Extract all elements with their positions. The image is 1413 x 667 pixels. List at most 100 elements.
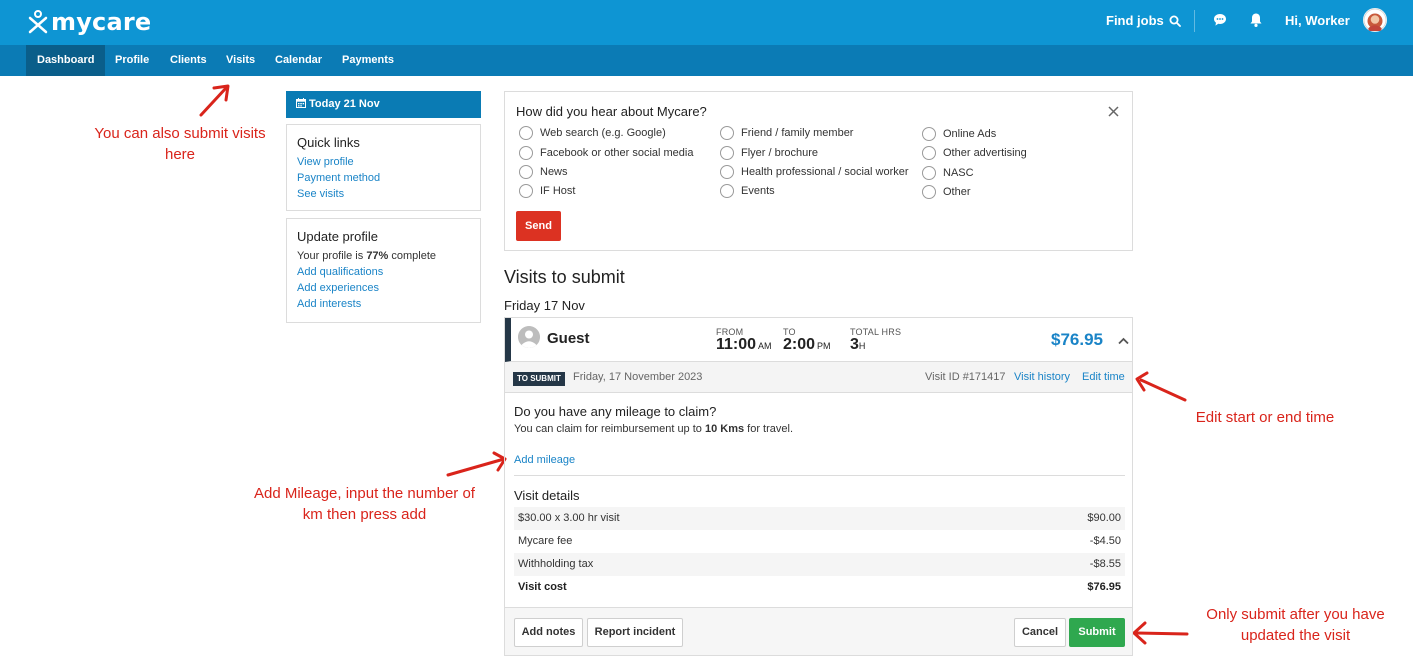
radio-button[interactable]: [720, 126, 734, 140]
add-experiences-link[interactable]: Add experiences: [297, 280, 470, 296]
annotation-arrow-edit-time: [1135, 371, 1187, 402]
calendar-icon: [296, 98, 306, 111]
survey-option[interactable]: Health professional / social worker: [720, 165, 909, 179]
radio-button[interactable]: [720, 165, 734, 179]
survey-option-label: News: [540, 166, 568, 178]
client-name: Guest: [547, 330, 590, 347]
to-time-value: 2:00: [783, 336, 816, 353]
survey-option[interactable]: Other advertising: [922, 146, 1027, 160]
radio-button[interactable]: [720, 184, 734, 198]
survey-option-label: Other advertising: [943, 147, 1027, 159]
radio-button[interactable]: [922, 166, 936, 180]
radio-button[interactable]: [519, 184, 533, 198]
survey-card: How did you hear about Mycare? Web searc…: [504, 91, 1133, 251]
radio-button[interactable]: [922, 127, 936, 141]
mycare-logo[interactable]: mycare: [28, 8, 151, 36]
add-qualifications-link[interactable]: Add qualifications: [297, 264, 470, 280]
chevron-up-icon[interactable]: [1118, 334, 1129, 348]
send-button[interactable]: Send: [516, 211, 561, 241]
from-time: 11:00 AM: [716, 336, 772, 354]
visit-details-title: Visit details: [514, 488, 580, 503]
from-ampm: AM: [758, 341, 772, 351]
client-avatar-icon: [518, 326, 540, 348]
edit-time-link[interactable]: Edit time: [1082, 371, 1125, 383]
survey-option-label: Flyer / brochure: [741, 147, 819, 159]
radio-button[interactable]: [519, 126, 533, 140]
mycare-logo-icon: [28, 10, 48, 34]
user-avatar[interactable]: [1363, 8, 1387, 32]
survey-option-label: Friend / family member: [741, 127, 854, 139]
user-greeting[interactable]: Hi, Worker: [1285, 13, 1350, 28]
survey-option[interactable]: Flyer / brochure: [720, 146, 818, 160]
visit-footer: Add notes Report incident Cancel Submit: [505, 607, 1132, 655]
view-profile-link[interactable]: View profile: [297, 154, 470, 170]
survey-option[interactable]: News: [519, 165, 568, 179]
nav-profile[interactable]: Profile: [115, 45, 149, 76]
payment-method-link[interactable]: Payment method: [297, 170, 470, 186]
hours-unit: H: [858, 341, 866, 351]
nav-visits[interactable]: Visits: [226, 45, 255, 76]
cancel-button[interactable]: Cancel: [1014, 618, 1066, 647]
top-header: mycare Find jobs Hi, Worker: [0, 0, 1413, 45]
detail-amount: -$4.50: [1089, 535, 1121, 547]
total-hours-value: 3: [850, 336, 859, 353]
radio-button[interactable]: [720, 146, 734, 160]
annotation-arrow-add-mileage: [446, 451, 507, 477]
see-visits-link[interactable]: See visits: [297, 186, 470, 202]
visit-header[interactable]: Guest FROM 11:00 AM TO 2:00 PM TOTAL HRS 3…: [505, 318, 1132, 362]
add-interests-link[interactable]: Add interests: [297, 296, 470, 312]
survey-option[interactable]: Facebook or other social media: [519, 146, 693, 160]
annotation-edit-time: Edit start or end time: [1195, 409, 1335, 426]
radio-button[interactable]: [922, 146, 936, 160]
close-icon[interactable]: [1108, 106, 1119, 120]
add-notes-button[interactable]: Add notes: [514, 618, 583, 647]
survey-option[interactable]: Web search (e.g. Google): [519, 126, 666, 140]
survey-option[interactable]: Online Ads: [922, 127, 996, 141]
update-profile-title: Update profile: [297, 229, 378, 244]
nav-dashboard[interactable]: Dashboard: [26, 45, 106, 76]
nav-clients[interactable]: Clients: [170, 45, 207, 76]
bell-icon[interactable]: [1249, 12, 1263, 31]
logo-text: mycare: [51, 8, 152, 36]
mileage-title: Do you have any mileage to claim?: [514, 404, 717, 419]
mileage-desc-suffix: for travel.: [744, 423, 794, 435]
header-divider: [1194, 10, 1195, 32]
detail-label: Visit cost: [518, 581, 567, 593]
mileage-description: You can claim for reimbursement up to 10…: [514, 423, 793, 435]
visit-id: Visit ID #171417: [925, 371, 1006, 383]
detail-row: Mycare fee -$4.50: [514, 530, 1125, 553]
find-jobs-label: Find jobs: [1106, 13, 1164, 28]
survey-option-label: Web search (e.g. Google): [540, 127, 666, 139]
survey-option[interactable]: Friend / family member: [720, 126, 853, 140]
annotation-submit: Only submit after you have updated the v…: [1206, 606, 1385, 644]
nav-payments[interactable]: Payments: [342, 45, 394, 76]
survey-option[interactable]: Other: [922, 185, 971, 199]
add-mileage-link[interactable]: Add mileage: [514, 454, 575, 466]
visit-date-heading: Friday 17 Nov: [504, 298, 585, 313]
detail-row-total: Visit cost $76.95: [514, 576, 1125, 599]
visits-section-title: Visits to submit: [504, 267, 625, 287]
survey-option-label: Facebook or other social media: [540, 147, 694, 159]
submit-button[interactable]: Submit: [1069, 618, 1125, 647]
radio-button[interactable]: [922, 185, 936, 199]
survey-option[interactable]: NASC: [922, 166, 974, 180]
quick-links-title: Quick links: [297, 135, 360, 150]
chat-icon[interactable]: [1213, 13, 1227, 30]
visit-card: Guest FROM 11:00 AM TO 2:00 PM TOTAL HRS 3…: [504, 317, 1133, 656]
survey-option[interactable]: IF Host: [519, 184, 575, 198]
detail-label: Mycare fee: [518, 535, 573, 547]
quick-links-card: Quick links View profile Payment method …: [286, 124, 481, 211]
today-button[interactable]: Today 21 Nov: [286, 91, 481, 118]
radio-button[interactable]: [519, 165, 533, 179]
survey-option[interactable]: Events: [720, 184, 775, 198]
nav-calendar[interactable]: Calendar: [275, 45, 322, 76]
detail-row: Withholding tax -$8.55: [514, 553, 1125, 576]
find-jobs-link[interactable]: Find jobs: [1106, 13, 1181, 28]
from-time-value: 11:00: [716, 336, 757, 353]
mileage-desc-prefix: You can claim for reimbursement up to: [514, 423, 705, 435]
survey-option-label: IF Host: [540, 185, 576, 197]
radio-button[interactable]: [519, 146, 533, 160]
visit-history-link[interactable]: Visit history: [1014, 371, 1070, 383]
report-incident-button[interactable]: Report incident: [587, 618, 683, 647]
mileage-limit: 10 Kms: [704, 423, 745, 435]
